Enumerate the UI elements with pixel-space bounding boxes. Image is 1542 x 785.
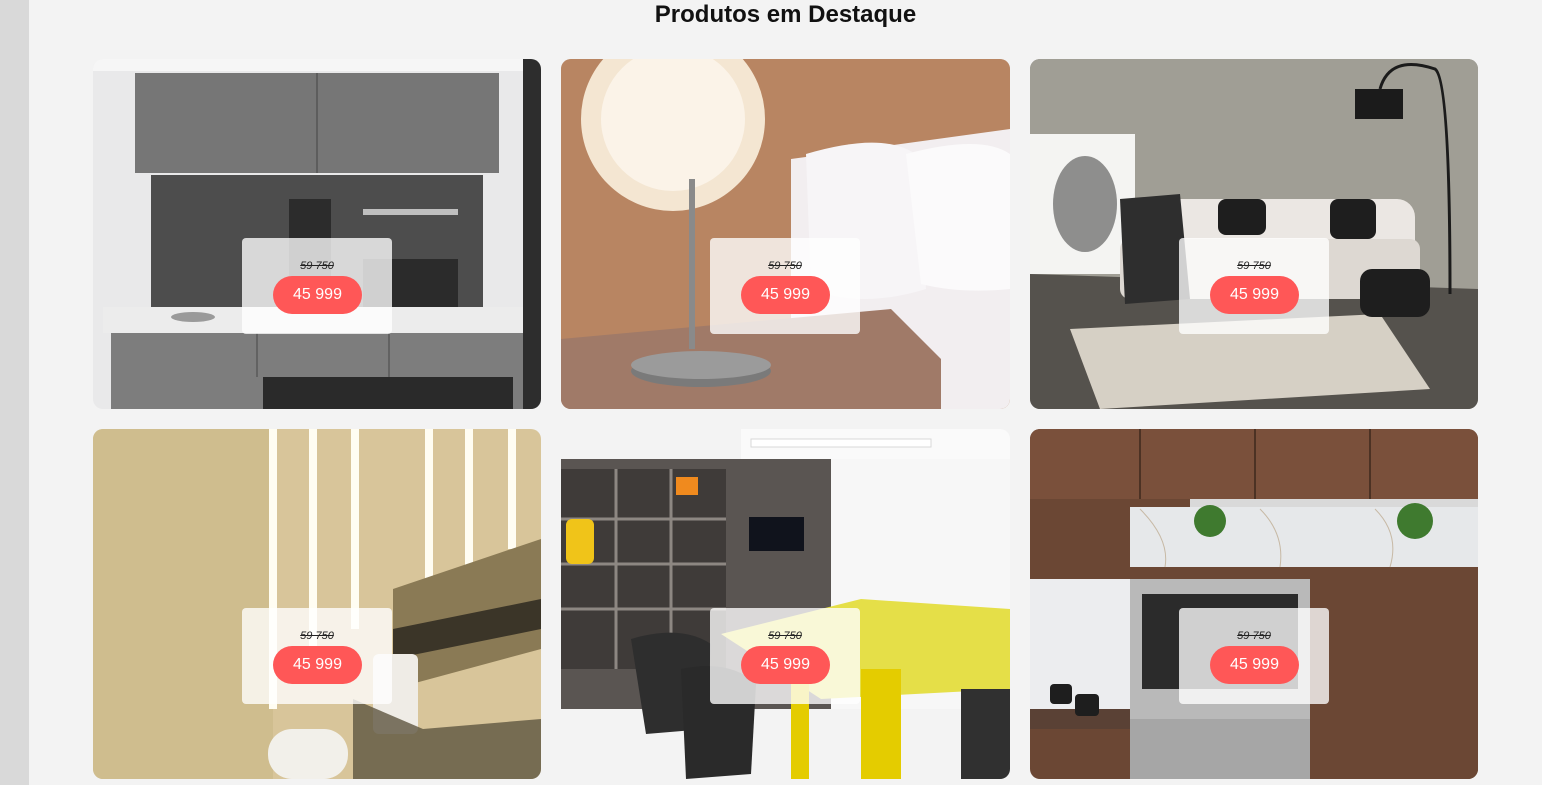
product-image: [1030, 429, 1478, 779]
price-button[interactable]: 45 999: [741, 276, 830, 314]
price-button[interactable]: 45 999: [1210, 646, 1299, 684]
product-card[interactable]: 59 750 45 999: [1030, 429, 1478, 779]
product-card[interactable]: 59 750 45 999: [93, 429, 541, 779]
price-button[interactable]: 45 999: [741, 646, 830, 684]
old-price: 59 750: [1237, 260, 1271, 272]
price-overlay: 59 750 45 999: [1179, 238, 1329, 334]
old-price: 59 750: [300, 260, 334, 272]
old-price: 59 750: [1237, 630, 1271, 642]
product-image: [93, 59, 541, 409]
old-price: 59 750: [768, 630, 802, 642]
product-image: [93, 429, 541, 779]
section-title: Produtos em Destaque: [654, 1, 917, 28]
product-card[interactable]: 59 750 45 999: [93, 59, 541, 409]
product-image: [561, 429, 1010, 779]
product-card[interactable]: 59 750 45 999: [561, 429, 1010, 779]
price-button[interactable]: 45 999: [1210, 276, 1299, 314]
price-overlay: 59 750 45 999: [1179, 608, 1329, 704]
old-price: 59 750: [300, 630, 334, 642]
price-overlay: 59 750 45 999: [242, 238, 392, 334]
price-button[interactable]: 45 999: [273, 276, 362, 314]
price-overlay: 59 750 45 999: [710, 608, 860, 704]
left-sidebar-strip: [0, 0, 29, 785]
product-grid: 59 750 45 999 59 750 45 999 59 750 45 99…: [93, 59, 1478, 779]
old-price: 59 750: [768, 260, 802, 272]
price-button[interactable]: 45 999: [273, 646, 362, 684]
product-image: [561, 59, 1010, 409]
product-image: [1030, 59, 1478, 409]
product-card[interactable]: 59 750 45 999: [561, 59, 1010, 409]
product-card[interactable]: 59 750 45 999: [1030, 59, 1478, 409]
price-overlay: 59 750 45 999: [242, 608, 392, 704]
price-overlay: 59 750 45 999: [710, 238, 860, 334]
